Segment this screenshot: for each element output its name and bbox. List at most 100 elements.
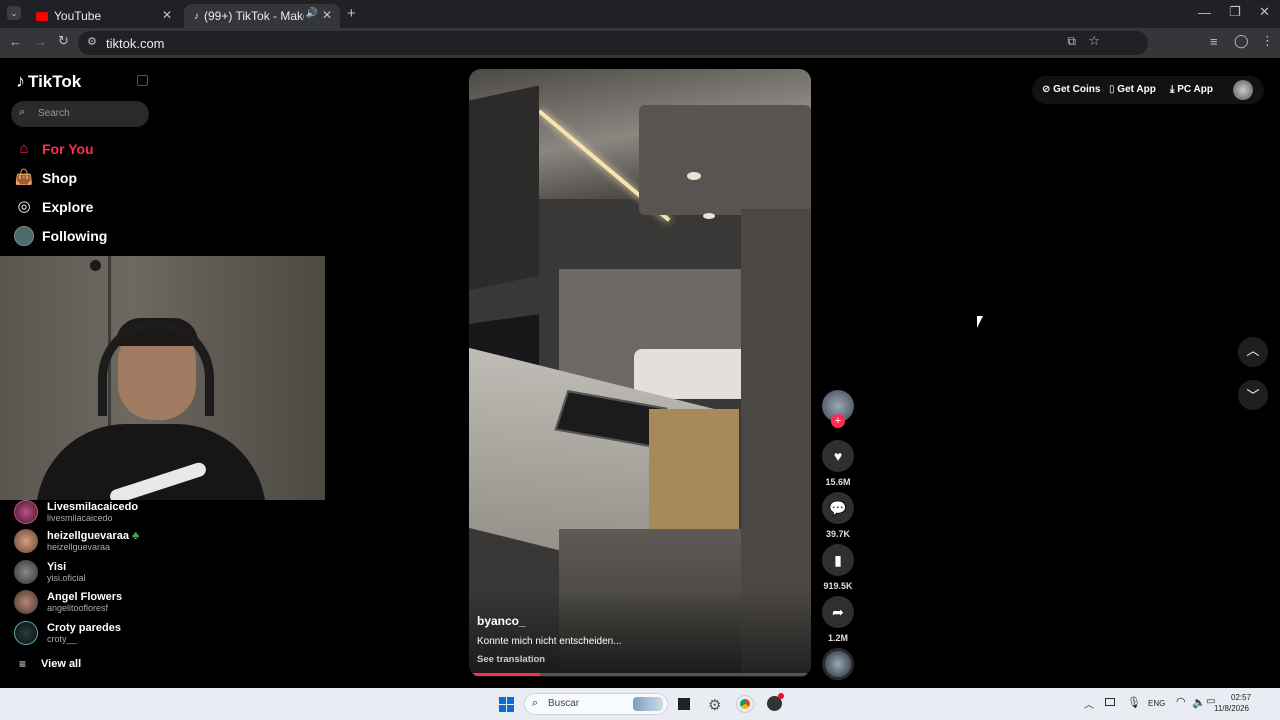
chrome-app-icon[interactable]	[736, 695, 754, 713]
language-indicator[interactable]: ENG	[1148, 699, 1165, 708]
get-app-button[interactable]: ▯ Get App	[1109, 84, 1156, 95]
chevron-up-icon: ︿	[1246, 343, 1260, 358]
clock-date[interactable]: 11/8/2026	[1214, 704, 1249, 713]
volume-icon[interactable]: 🔈	[1192, 696, 1206, 709]
search-input[interactable]: ⌕ Search	[11, 101, 149, 127]
share-count: 1.2M	[827, 633, 848, 643]
tab-label: YouTube	[54, 9, 102, 23]
heart-icon: ♥	[833, 448, 843, 464]
following-avatar-icon	[14, 226, 34, 246]
browser-toolbar: ← → ↻ ⚙ tiktok.com ⧉ ☆ ≡ ◯ ⋮	[0, 28, 1280, 58]
bookmark-star-icon[interactable]: ☆	[1088, 33, 1100, 49]
list-item[interactable]: Livesmilacaicedo livesmilacaicedo	[14, 500, 138, 524]
mouse-cursor-icon	[977, 316, 983, 328]
progress-track[interactable]	[473, 673, 807, 676]
wall-dot	[90, 260, 101, 271]
restore-icon[interactable]: ❐	[1229, 4, 1241, 20]
back-icon[interactable]: ←	[9, 34, 22, 49]
taskbar-search[interactable]: ⌕ Buscar	[524, 693, 668, 715]
close-window-icon[interactable]: ✕	[1259, 4, 1270, 20]
coin-icon: ⊘	[1042, 84, 1051, 95]
close-tab-icon[interactable]: ✕	[162, 8, 172, 22]
task-view-icon[interactable]	[678, 698, 690, 710]
list-item[interactable]: Croty paredes croty__	[14, 621, 121, 645]
install-app-icon[interactable]: ⧉	[1067, 34, 1076, 49]
see-translation-link[interactable]: See translation	[477, 654, 545, 665]
get-coins-button[interactable]: ⊘ Get Coins	[1042, 84, 1100, 95]
right-cabinet	[639, 105, 811, 215]
music-disc-icon[interactable]	[822, 648, 854, 680]
comment-icon: 💬	[829, 499, 847, 516]
home-icon: ⌂	[19, 140, 29, 157]
nav-following[interactable]: Following	[14, 226, 107, 246]
tray-app-icon[interactable]	[1105, 698, 1115, 706]
search-icon: ⌕	[532, 697, 539, 709]
url-text[interactable]: tiktok.com	[106, 36, 165, 51]
previous-video-button[interactable]: ︿	[1238, 337, 1268, 367]
list-item[interactable]: Yisi yisi.oficial	[14, 560, 86, 584]
view-all-link[interactable]: ≡ View all	[14, 657, 81, 671]
search-highlight-icon	[633, 697, 663, 711]
bookmark-icon: ▮	[834, 551, 842, 568]
wifi-icon[interactable]: ◠	[1176, 695, 1186, 708]
webcam-overlay	[0, 256, 325, 500]
tray-overflow-icon[interactable]: ︿	[1084, 696, 1094, 711]
site-info-icon[interactable]: ⚙	[87, 35, 97, 48]
address-bar[interactable]: ⚙ tiktok.com ⧉ ☆	[78, 31, 1148, 55]
tiktok-logo[interactable]: ♪ TikTok	[16, 71, 81, 92]
new-tab-icon[interactable]: +	[347, 5, 356, 22]
video-author[interactable]: byanco_	[477, 614, 526, 628]
like-count: 15.6M	[825, 477, 851, 487]
search-icon: ⌕	[19, 106, 26, 118]
ceiling-light-2	[703, 213, 715, 219]
compass-icon: ◎	[17, 198, 31, 215]
obs-recording-dot	[778, 693, 784, 699]
nav-explore[interactable]: ◎ Explore	[14, 197, 93, 217]
comment-button[interactable]: 💬	[822, 492, 854, 524]
follow-plus-icon[interactable]: +	[831, 414, 845, 428]
lower-cabinet	[649, 409, 739, 529]
minimize-icon[interactable]: —	[1198, 5, 1211, 20]
list-icon: ≡	[19, 657, 27, 671]
video-caption: Konnte mich nicht entscheiden...	[477, 636, 622, 647]
list-item[interactable]: heizellguevaraa ♣ heizellguevaraa	[14, 529, 139, 553]
forward-icon[interactable]: →	[34, 34, 47, 49]
ceiling-light-1	[687, 172, 701, 180]
tiktok-logo-icon: ♪	[16, 71, 25, 91]
list-item[interactable]: Angel Flowers angelitoofloresf	[14, 590, 122, 614]
share-button[interactable]: ➦	[822, 596, 854, 628]
profile-icon[interactable]: ◯	[1234, 33, 1249, 49]
windows-taskbar: ⌕ Buscar ⚙ ︿ 🎙 ENG ◠ 🔈 ▭ 02:57 11/8/2026	[0, 688, 1280, 720]
share-arrow-icon: ➦	[832, 603, 844, 620]
profile-avatar[interactable]	[1233, 80, 1253, 100]
tab-youtube[interactable]: YouTube ✕	[26, 4, 180, 28]
microphone-icon[interactable]: 🎙	[1127, 696, 1141, 709]
video-player[interactable]: byanco_ Konnte mich nicht entscheiden...…	[469, 69, 811, 677]
collapse-sidebar-icon[interactable]	[137, 75, 148, 86]
reading-list-icon[interactable]: ≡	[1210, 34, 1218, 49]
avatar	[14, 529, 38, 553]
like-button[interactable]: ♥	[822, 440, 854, 472]
tab-search-icon[interactable]: ⌄	[7, 6, 21, 20]
audio-playing-icon[interactable]: 🔊	[306, 8, 318, 19]
pc-app-button[interactable]: ⤓ PC App	[1170, 84, 1213, 95]
next-video-button[interactable]: ﹀	[1238, 380, 1268, 410]
save-count: 919.5K	[823, 581, 853, 591]
avatar	[14, 590, 38, 614]
clock-time[interactable]: 02:57	[1231, 693, 1251, 702]
avatar	[14, 500, 38, 524]
tiktok-icon: ♪	[194, 10, 199, 22]
windows-start-icon[interactable]	[499, 697, 514, 712]
settings-app-icon[interactable]: ⚙	[708, 696, 721, 714]
close-tab-icon[interactable]: ✕	[322, 8, 332, 22]
progress-fill	[473, 673, 540, 676]
save-button[interactable]: ▮	[822, 544, 854, 576]
menu-icon[interactable]: ⋮	[1261, 33, 1274, 49]
nav-shop[interactable]: 👜 Shop	[14, 168, 77, 188]
youtube-icon	[36, 11, 48, 21]
tab-label: (99+) TikTok - Make Your Da	[204, 9, 304, 23]
tab-tiktok[interactable]: ♪ (99+) TikTok - Make Your Da 🔊 ✕	[184, 4, 340, 28]
plant-emoji-icon: ♣	[132, 530, 140, 542]
nav-for-you[interactable]: ⌂ For You	[14, 139, 93, 159]
reload-icon[interactable]: ↻	[58, 33, 69, 49]
